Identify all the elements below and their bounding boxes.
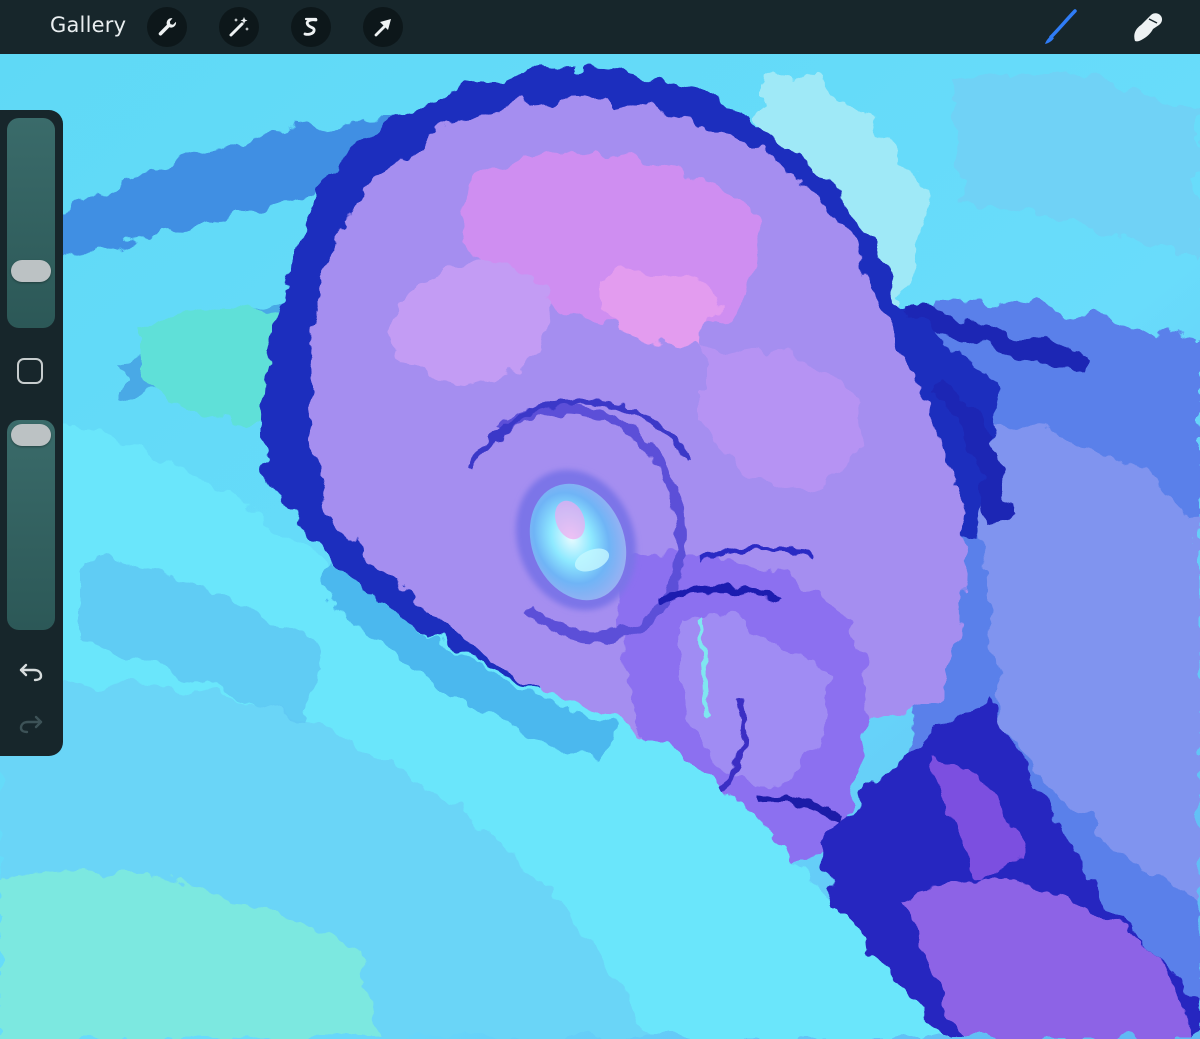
- top-toolbar: Gallery: [0, 0, 1200, 54]
- side-toolbar: [0, 110, 63, 756]
- undo-button[interactable]: [14, 656, 48, 686]
- undo-arrow-icon: [19, 663, 43, 682]
- procreate-app: Gallery: [0, 0, 1200, 1039]
- actions-button[interactable]: [147, 7, 187, 47]
- selection-s-icon: [303, 17, 318, 36]
- transform-button[interactable]: [363, 7, 403, 47]
- selection-button[interactable]: [291, 7, 331, 47]
- drawing-canvas[interactable]: [0, 54, 1200, 1039]
- smudge-button[interactable]: [1126, 6, 1168, 48]
- opacity-slider[interactable]: [7, 420, 55, 630]
- brush-icon: [1045, 9, 1077, 44]
- redo-arrow-icon: [19, 715, 43, 734]
- adjustments-button[interactable]: [219, 7, 259, 47]
- arrow-cursor-icon: [374, 19, 391, 37]
- brush-button[interactable]: [1040, 6, 1082, 48]
- brush-size-slider[interactable]: [7, 118, 55, 328]
- smudge-finger-icon: [1134, 13, 1163, 42]
- magic-wand-icon: [229, 17, 249, 37]
- redo-button[interactable]: [14, 708, 48, 738]
- opacity-thumb[interactable]: [11, 424, 51, 446]
- gallery-button[interactable]: Gallery: [50, 13, 126, 37]
- modify-button[interactable]: [17, 358, 43, 384]
- wrench-icon: [158, 18, 177, 36]
- brush-size-thumb[interactable]: [11, 260, 51, 282]
